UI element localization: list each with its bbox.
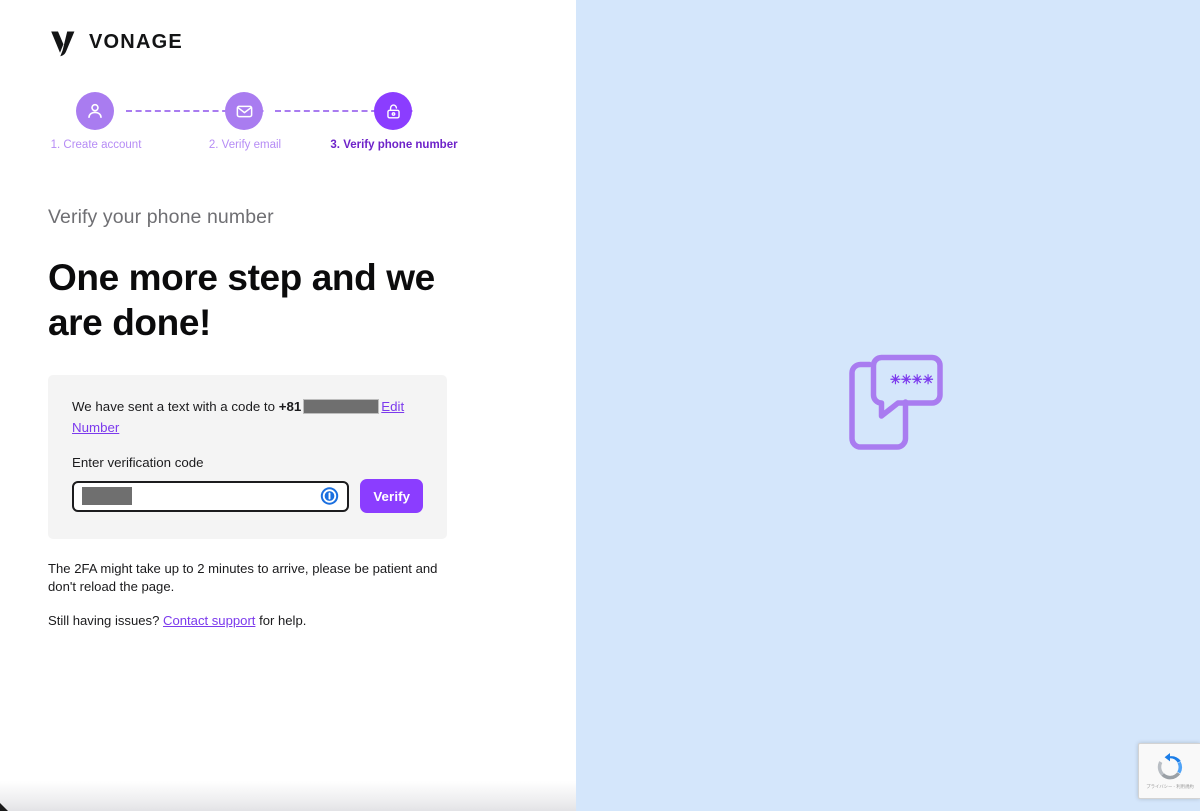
left-content-panel: VONAGE 1. Create account 2. Verify email…: [0, 0, 576, 811]
recaptcha-legal-text[interactable]: プライバシー - 利用規約: [1146, 784, 1193, 790]
page-eyebrow: Verify your phone number: [48, 206, 274, 228]
support-note: Still having issues? Contact support for…: [48, 612, 438, 629]
patience-note: The 2FA might take up to 2 minutes to ar…: [48, 561, 438, 594]
country-code: +81: [278, 399, 302, 415]
contact-support-link[interactable]: Contact support: [163, 613, 255, 628]
vonage-logo[interactable]: VONAGE: [48, 20, 528, 64]
stepper-step-verify-phone[interactable]: 3. Verify phone number: [330, 92, 458, 151]
verification-card: We have sent a text with a code to +81 Ed…: [48, 375, 447, 540]
stepper-step-create-account[interactable]: 1. Create account: [51, 92, 141, 151]
recaptcha-logo-icon: [1155, 752, 1185, 782]
stepper-step-verify-email[interactable]: 2. Verify email: [209, 92, 281, 151]
signup-stepper: 1. Create account 2. Verify email 3. Ver…: [48, 92, 468, 164]
unlocked-padlock-icon: [374, 92, 412, 130]
redacted-code-value: [82, 487, 132, 506]
stepper-label-verify-phone: 3. Verify phone number: [330, 139, 458, 151]
right-illustration-panel: ✳✳✳✳ プライバシー - 利用規約: [576, 0, 1200, 811]
vonage-v-logo-icon: [48, 27, 78, 57]
stepper-label-verify-email: 2. Verify email: [208, 139, 282, 151]
page-title: One more step and we are done!: [48, 257, 435, 344]
verify-button[interactable]: Verify: [360, 479, 423, 514]
recaptcha-badge[interactable]: プライバシー - 利用規約: [1138, 743, 1200, 799]
1password-icon[interactable]: [320, 487, 339, 506]
code-sent-prefix: We have sent a text with a code to: [72, 399, 279, 415]
panel-bottom-shade: [0, 781, 576, 811]
cursor-corner-mark: [0, 803, 8, 811]
redacted-phone-number: [303, 399, 380, 415]
signup-verification-page: VONAGE 1. Create account 2. Verify email…: [0, 0, 1200, 811]
verification-code-input[interactable]: [72, 480, 350, 512]
support-note-suffix: for help.: [255, 613, 307, 629]
verification-input-row: Verify: [72, 479, 423, 514]
support-note-prefix: Still having issues?: [48, 613, 163, 629]
bubble-code-text: ✳✳✳✳: [890, 372, 934, 387]
phone-with-sms-bubble-icon: ✳✳✳✳: [844, 352, 948, 460]
person-icon: [76, 92, 114, 130]
verification-code-label: Enter verification code: [72, 455, 204, 471]
envelope-icon: [225, 92, 263, 130]
stepper-label-create-account: 1. Create account: [50, 139, 142, 151]
vonage-wordmark: VONAGE: [89, 30, 183, 53]
code-sent-message: We have sent a text with a code to +81 Ed…: [72, 397, 423, 438]
